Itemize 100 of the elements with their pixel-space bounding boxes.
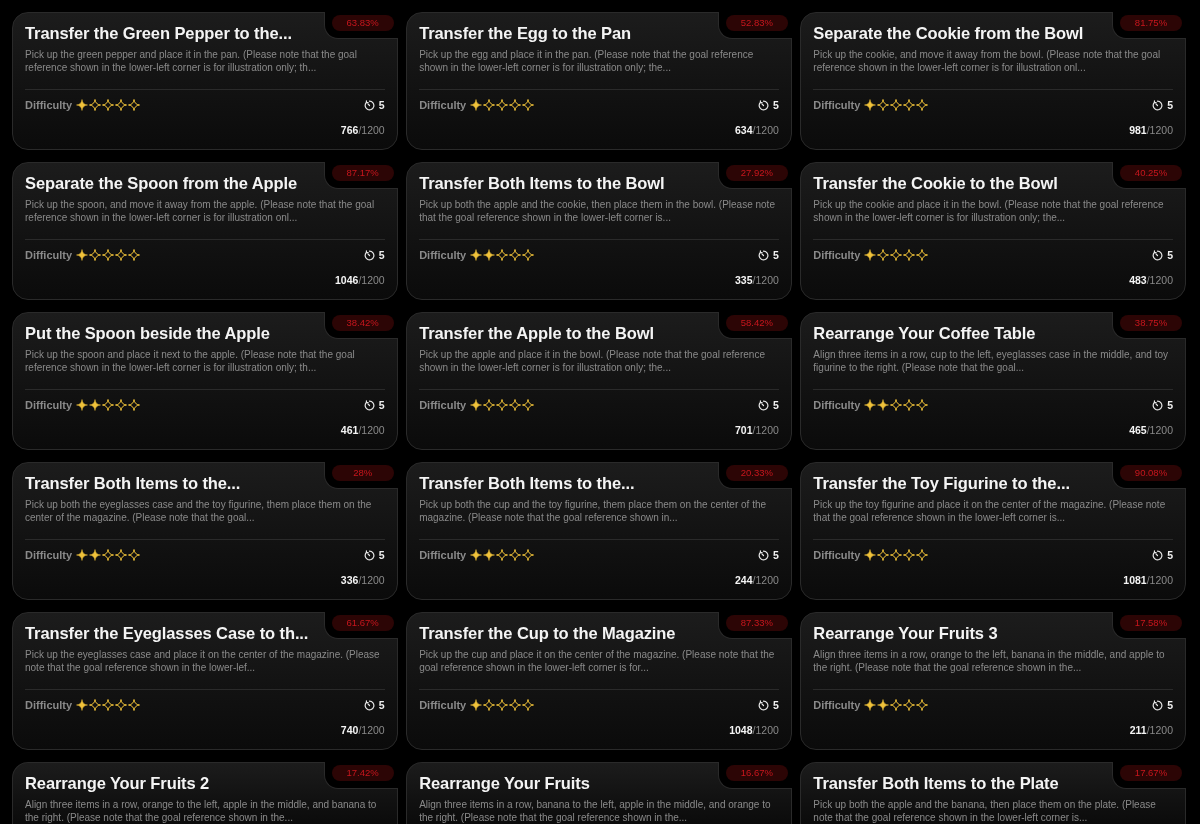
star-icon — [89, 99, 102, 111]
task-description: Pick up both the apple and the cookie, then place them in the bowl. (Please note that the goal reference shown in the lower-left corner is... — [419, 199, 776, 224]
star-icon — [903, 99, 916, 111]
star-icon — [509, 699, 522, 711]
difficulty-label: Difficulty — [419, 99, 467, 111]
attempt-count: 335/1200 — [735, 273, 779, 287]
timer-icon — [363, 249, 375, 261]
timer-icon — [1152, 699, 1164, 711]
success-rate-badge: 17.67% — [1120, 765, 1182, 781]
task-card[interactable] — [12, 12, 398, 150]
star-icon — [903, 549, 916, 561]
star-icon — [102, 99, 115, 111]
task-card[interactable]: 38.75% Rearrange Your Coffee Table Align three items in a row, cup to the left, eyeglasses case in the middle, and toy figurine to the right. (Please note that the goal... Difficulty 5 465/1200 — [800, 312, 1186, 450]
star-icon — [89, 399, 102, 411]
time-limit: 5 — [1167, 399, 1173, 411]
star-icon — [890, 699, 903, 711]
star-icon — [483, 549, 496, 561]
time-limit: 5 — [378, 699, 385, 711]
task-description: Pick up the spoon, and move it away from the apple. (Please note that the goal reference shown in the lower-left corner is for illustration onl... — [25, 199, 376, 224]
task-card[interactable]: 16.67% Rearrange Your Fruits Align three items in a row, banana to the left, apple in the middle, and orange to the right. (Please note that the goal reference shown in the... — [406, 762, 792, 824]
star-icon — [115, 699, 128, 711]
success-rate-badge: 87.33% — [725, 615, 788, 631]
success-rate-badge: 87.17% — [331, 165, 394, 181]
task-title: Put the Spoon beside the Apple — [25, 323, 270, 344]
task-title: Separate the Cookie from the Bowl — [813, 23, 1084, 44]
star-icon — [903, 399, 916, 411]
time-limit: 5 — [773, 99, 779, 111]
task-title: Rearrange Your Fruits 2 — [25, 773, 210, 794]
task-card[interactable] — [800, 462, 1186, 600]
task-title: Transfer the Egg to the Pan — [419, 23, 631, 44]
task-card[interactable] — [800, 12, 1186, 150]
task-card[interactable] — [800, 162, 1186, 300]
task-card[interactable] — [12, 312, 398, 450]
task-card[interactable]: 17.67% Transfer Both Items to the Plate Pick up both the apple and the banana, then place them on the plate. (Please note that the goal reference shown in the lower-left corner is... — [800, 762, 1186, 824]
star-icon — [470, 249, 483, 261]
attempt-count: 740/1200 — [340, 723, 385, 737]
timer-icon — [1152, 99, 1164, 111]
task-card[interactable]: 20.33% Transfer Both Items to the... Pick up both the cup and the toy figurine, them place them on the center of the magazine. (Please note that the goal reference shown in... Difficulty 5 244/1200 — [406, 462, 792, 600]
difficulty-label: Difficulty — [419, 699, 467, 711]
star-icon — [496, 99, 509, 111]
star-icon — [877, 549, 890, 561]
time-limit: 5 — [773, 699, 779, 711]
task-card[interactable] — [12, 612, 398, 750]
star-icon — [864, 399, 877, 411]
task-title: Transfer the Cookie to the Bowl — [813, 173, 1058, 194]
attempt-count: 701/1200 — [735, 423, 779, 437]
star-icon — [522, 399, 535, 411]
star-icon — [496, 399, 509, 411]
task-card[interactable] — [406, 312, 792, 450]
attempt-count: 211/1200 — [1129, 723, 1173, 737]
timer-icon — [758, 399, 769, 411]
success-rate-badge: 38.75% — [1120, 315, 1182, 331]
success-rate-badge: 16.67% — [725, 765, 788, 781]
star-icon — [470, 549, 483, 561]
task-card[interactable] — [406, 162, 792, 300]
task-title: Separate the Spoon from the Apple — [25, 173, 298, 194]
difficulty-label: Difficulty — [419, 249, 467, 261]
task-description: Pick up the cookie, and move it away from the bowl. (Please note that the goal reference shown in the lower-left corner is for illustration onl... — [813, 49, 1162, 74]
task-card[interactable] — [12, 162, 398, 300]
task-card[interactable]: 87.33% Transfer the Cup to the Magazine Pick up the cup and place it on the center of the magazine. (Please note that the goal reference shown in the lower-left corner is for... Difficulty 5 1048/1200 — [406, 612, 792, 750]
star-icon — [864, 549, 877, 561]
star-icon — [102, 699, 115, 711]
attempt-count: 634/1200 — [735, 123, 779, 137]
task-card[interactable]: 52.83% Transfer the Egg to the Pan Pick up the egg and place it in the pan. (Please note that the goal reference shown in the lower-left corner is for illustration only; the... Difficulty 5 634/1200 — [406, 12, 792, 150]
star-icon — [115, 399, 128, 411]
success-rate-badge: 63.83% — [331, 15, 394, 31]
success-rate-badge: 81.75% — [1120, 15, 1182, 31]
timer-icon — [363, 99, 375, 111]
star-icon — [522, 549, 535, 561]
difficulty-label: Difficulty — [813, 249, 861, 261]
star-icon — [102, 549, 115, 561]
star-icon — [903, 699, 916, 711]
success-rate-badge: 58.42% — [725, 315, 788, 331]
task-title: Transfer Both Items to the Bowl — [419, 173, 665, 194]
star-icon — [916, 399, 929, 411]
star-icon — [890, 399, 903, 411]
task-card[interactable]: 17.58% Rearrange Your Fruits 3 Align three items in a row, orange to the left, banana in the middle, and apple to the right. (Please note that the goal reference shown in the... Difficulty 5 211/1200 — [800, 612, 1186, 750]
difficulty-label: Difficulty — [25, 99, 73, 111]
success-rate-badge: 38.42% — [331, 315, 394, 331]
star-icon — [509, 549, 522, 561]
timer-icon — [758, 249, 769, 261]
attempt-count: 1081/1200 — [1123, 573, 1173, 587]
task-title: Rearrange Your Fruits — [419, 773, 590, 794]
star-icon — [496, 549, 509, 561]
star-icon — [89, 549, 102, 561]
task-description: Pick up the toy figurine and place it on the center of the magazine. (Please note that the goal reference shown in the lower-left corner is... — [813, 499, 1167, 524]
timer-icon — [758, 549, 769, 561]
task-description: Pick up the apple and place it in the bowl. (Please note that the goal reference shown in the lower-left corner is for illustration only; the... — [419, 349, 766, 374]
success-rate-badge: 27.92% — [725, 165, 788, 181]
task-card[interactable]: 28% Transfer Both Items to the... Pick up both the eyeglasses case and the toy figurine, them place them on the center of the magazine. (Please note that the goal... Difficulty 5 336/1200 — [12, 462, 398, 600]
task-description: Align three items in a row, orange to the left, banana in the middle, and apple to the right. (Please note that the goal reference shown in the... — [813, 649, 1166, 674]
star-icon — [890, 549, 903, 561]
star-icon — [115, 99, 128, 111]
time-limit: 5 — [378, 399, 385, 411]
star-icon — [483, 399, 496, 411]
success-rate-badge: 61.67% — [331, 615, 394, 631]
attempt-count: 483/1200 — [1129, 273, 1173, 287]
task-card[interactable]: 17.42% Rearrange Your Fruits 2 Align three items in a row, orange to the left, apple in the middle, and banana to the right. (Please note that the goal reference shown in the... — [12, 762, 398, 824]
star-icon — [496, 699, 509, 711]
time-limit: 5 — [773, 399, 779, 411]
